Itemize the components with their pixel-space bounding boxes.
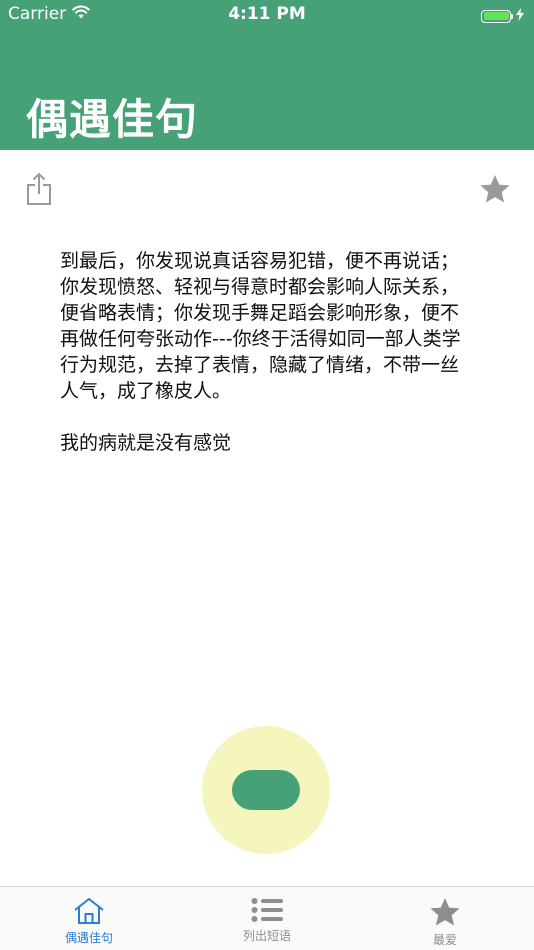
status-bar: Carrier 4:11 PM [0, 0, 534, 28]
battery-tip [511, 13, 513, 19]
battery-icon [481, 9, 511, 23]
charging-bolt-icon [516, 6, 524, 26]
tab-home-label: 偶遇佳句 [64, 931, 113, 945]
battery-indicator [481, 6, 524, 26]
tab-bar: 偶遇佳句 列出短语 最爱 [0, 886, 534, 950]
nav-header: Carrier 4:11 PM 偶遇佳句 [0, 0, 534, 150]
home-icon [74, 898, 104, 924]
quote-text: 到最后，你发现说真话容易犯错，便不再说话；你发现愤怒、轻视与得意时都会影响人际关… [60, 250, 461, 454]
tab-home[interactable]: 偶遇佳句 [0, 887, 178, 950]
status-time: 4:11 PM [228, 4, 306, 24]
battery-fill [483, 12, 509, 20]
tab-favorites-label: 最爱 [432, 933, 457, 947]
star-icon [480, 175, 510, 203]
refresh-button-ring [202, 726, 330, 854]
list-icon [251, 898, 283, 922]
share-button[interactable] [26, 172, 52, 210]
refresh-button[interactable] [232, 770, 300, 810]
favorite-button[interactable] [479, 174, 511, 208]
tab-favorites[interactable]: 最爱 [356, 887, 534, 950]
page-title: 偶遇佳句 [26, 95, 199, 144]
tab-list-label: 列出短语 [242, 929, 291, 943]
star-icon [430, 898, 460, 926]
tab-list[interactable]: 列出短语 [178, 887, 356, 950]
share-icon [27, 172, 51, 205]
